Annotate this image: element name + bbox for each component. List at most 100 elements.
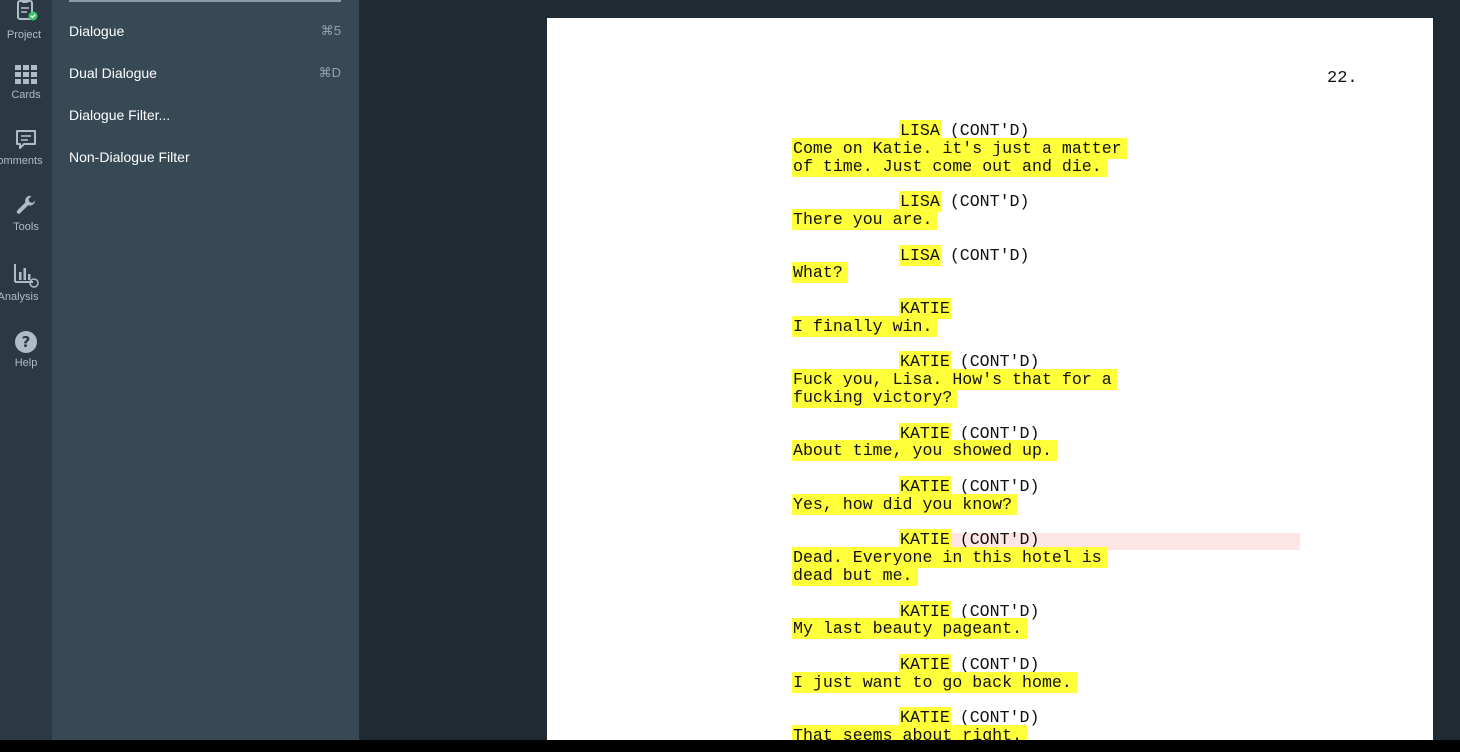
dialogue-block[interactable]: LISA (CONT'D) Come on Katie. it's just a … [793,121,1313,176]
character-extension: (CONT'D) [959,476,1040,496]
character-name: LISA [900,245,940,265]
dialogue-line[interactable]: That seems about right. [793,726,1313,740]
dialogue-block[interactable]: KATIE (CONT'D) I just want to go back hom… [793,654,1313,692]
character-line[interactable]: KATIE (CONT'D) [793,352,1313,372]
character-extension: (CONT'D) [949,121,1030,140]
app-window: Project Cards omments Tools Analysis ? H… [0,0,1460,740]
rail-item-tools[interactable]: Tools [0,194,52,250]
script-body[interactable]: LISA (CONT'D) Come on Katie. it's just a … [793,121,1313,740]
rail-label-cards: Cards [11,89,41,101]
help-icon: ? [14,330,38,354]
rail-label-analysis: Analysis [0,291,39,303]
dialogue-line[interactable]: Fuck you, Lisa. How's that for a [793,370,1313,390]
format-menu-panel: Dialogue ⌘5 Dual Dialogue ⌘D Dialogue Fi… [52,0,359,740]
dialogue-text: Fuck you, Lisa. How's that for a [793,370,1116,390]
character-line[interactable]: LISA (CONT'D) [793,192,1313,212]
svg-text:?: ? [22,333,31,351]
rail-item-help[interactable]: ? Help [0,330,52,386]
dialogue-block[interactable]: LISA (CONT'D) What? [793,245,1313,283]
dialogue-block[interactable]: KATIE (CONT'D) That seems about right. [793,708,1313,740]
dialogue-block[interactable]: KATIE (CONT'D) Fuck you, Lisa. How's that… [793,352,1313,407]
rail-label-comments: Comments [0,155,43,167]
dialogue-text: Dead. Everyone in this hotel is [793,548,1106,568]
menu-item-dialogue-filter[interactable]: Dialogue Filter... [69,100,341,130]
dialogue-line[interactable]: Come on Katie. it's just a matter [793,138,1313,158]
character-line[interactable]: KATIE [793,298,1313,318]
character-line[interactable]: KATIE (CONT'D) [793,530,1313,550]
character-name: LISA [900,192,940,212]
dialogue-line[interactable]: My last beauty pageant. [793,619,1313,639]
dialogue-text: What? [793,263,847,283]
rail-label-project: Project [6,29,42,41]
dialogue-block[interactable]: KATIE (CONT'D) My last beauty pageant. [793,601,1313,639]
dialogue-line[interactable]: What? [793,263,1313,283]
sidebar-rail: Project Cards omments Tools Analysis ? H… [0,0,52,740]
character-name: KATIE [900,476,950,496]
menu-item-dialogue[interactable]: Dialogue ⌘5 [69,16,341,46]
menu-divider [69,0,341,2]
dialogue-text: That seems about right. [793,726,1027,740]
character-line[interactable]: KATIE (CONT'D) [793,708,1313,728]
character-name: KATIE [900,708,950,728]
dialogue-text: dead but me. [793,565,917,585]
rail-item-comments[interactable]: Comments [0,128,52,184]
dialogue-line[interactable]: Dead. Everyone in this hotel is [793,548,1313,568]
character-line[interactable]: LISA (CONT'D) [793,245,1313,265]
character-name: KATIE [900,298,950,318]
character-line[interactable]: LISA (CONT'D) [793,121,1313,140]
character-extension: (CONT'D) [959,654,1040,674]
character-name: KATIE [900,601,950,621]
menu-item-non-dialogue-filter[interactable]: Non-Dialogue Filter [69,142,341,172]
menu-item-label: Dialogue Filter... [69,107,171,123]
script-page[interactable]: 22. LISA (CONT'D) Come on Katie. it's jus… [547,18,1433,740]
character-name: KATIE [900,654,950,674]
menu-item-dual-dialogue[interactable]: Dual Dialogue ⌘D [69,58,341,88]
dialogue-text: About time, you showed up. [793,441,1056,461]
dialogue-line[interactable]: dead but me. [793,565,1313,585]
cards-icon [14,64,38,86]
dialogue-text: fucking victory? [793,387,957,407]
project-icon [14,0,38,24]
character-extension: (CONT'D) [959,601,1040,621]
page-number: 22. [1327,69,1358,88]
dialogue-block[interactable]: LISA (CONT'D) There you are. [793,192,1313,229]
character-extension: (CONT'D) [959,423,1040,443]
dialogue-line[interactable]: I just want to go back home. [793,672,1313,692]
analysis-icon [12,262,40,288]
character-extension: (CONT'D) [959,352,1040,372]
dialogue-block[interactable]: KATIE (CONT'D) Yes, how did you know? [793,476,1313,514]
dialogue-block[interactable]: KATIE I finally win. [793,298,1313,336]
character-line[interactable]: KATIE (CONT'D) [793,423,1313,443]
character-name: KATIE [900,530,950,550]
character-extension: (CONT'D) [949,192,1030,212]
rail-item-cards[interactable]: Cards [0,64,52,120]
wrench-icon [14,194,38,218]
rail-item-project[interactable]: Project [0,0,52,56]
dialogue-text: Yes, how did you know? [793,494,1017,514]
dialogue-text: Come on Katie. it's just a matter [793,138,1126,158]
character-extension: (CONT'D) [959,530,1040,550]
menu-item-label: Non-Dialogue Filter [69,149,190,165]
character-extension: (CONT'D) [959,708,1040,728]
dialogue-line[interactable]: There you are. [793,209,1313,229]
character-line[interactable]: KATIE (CONT'D) [793,476,1313,496]
dialogue-line[interactable]: fucking victory? [793,387,1313,407]
character-name: KATIE [900,352,950,372]
dialogue-line[interactable]: I finally win. [793,316,1313,336]
dialogue-block[interactable]: KATIE (CONT'D) Dead. Everyone in this hot… [793,530,1313,585]
menu-item-label: Dual Dialogue [69,65,157,81]
menu-item-shortcut: ⌘D [318,65,341,80]
character-line[interactable]: KATIE (CONT'D) [793,601,1313,621]
dialogue-text: My last beauty pageant. [793,619,1027,639]
dialogue-text: I just want to go back home. [793,672,1076,692]
character-extension: (CONT'D) [949,245,1030,265]
character-name: LISA [900,121,940,140]
character-line[interactable]: KATIE (CONT'D) [793,654,1313,674]
rail-label-tools: Tools [13,221,39,233]
dialogue-block[interactable]: KATIE (CONT'D) About time, you showed up. [793,423,1313,461]
dialogue-line[interactable]: About time, you showed up. [793,441,1313,461]
character-name: KATIE [900,423,950,443]
rail-item-analysis[interactable]: Analysis [0,262,52,318]
dialogue-line[interactable]: of time. Just come out and die. [793,156,1313,176]
dialogue-line[interactable]: Yes, how did you know? [793,494,1313,514]
